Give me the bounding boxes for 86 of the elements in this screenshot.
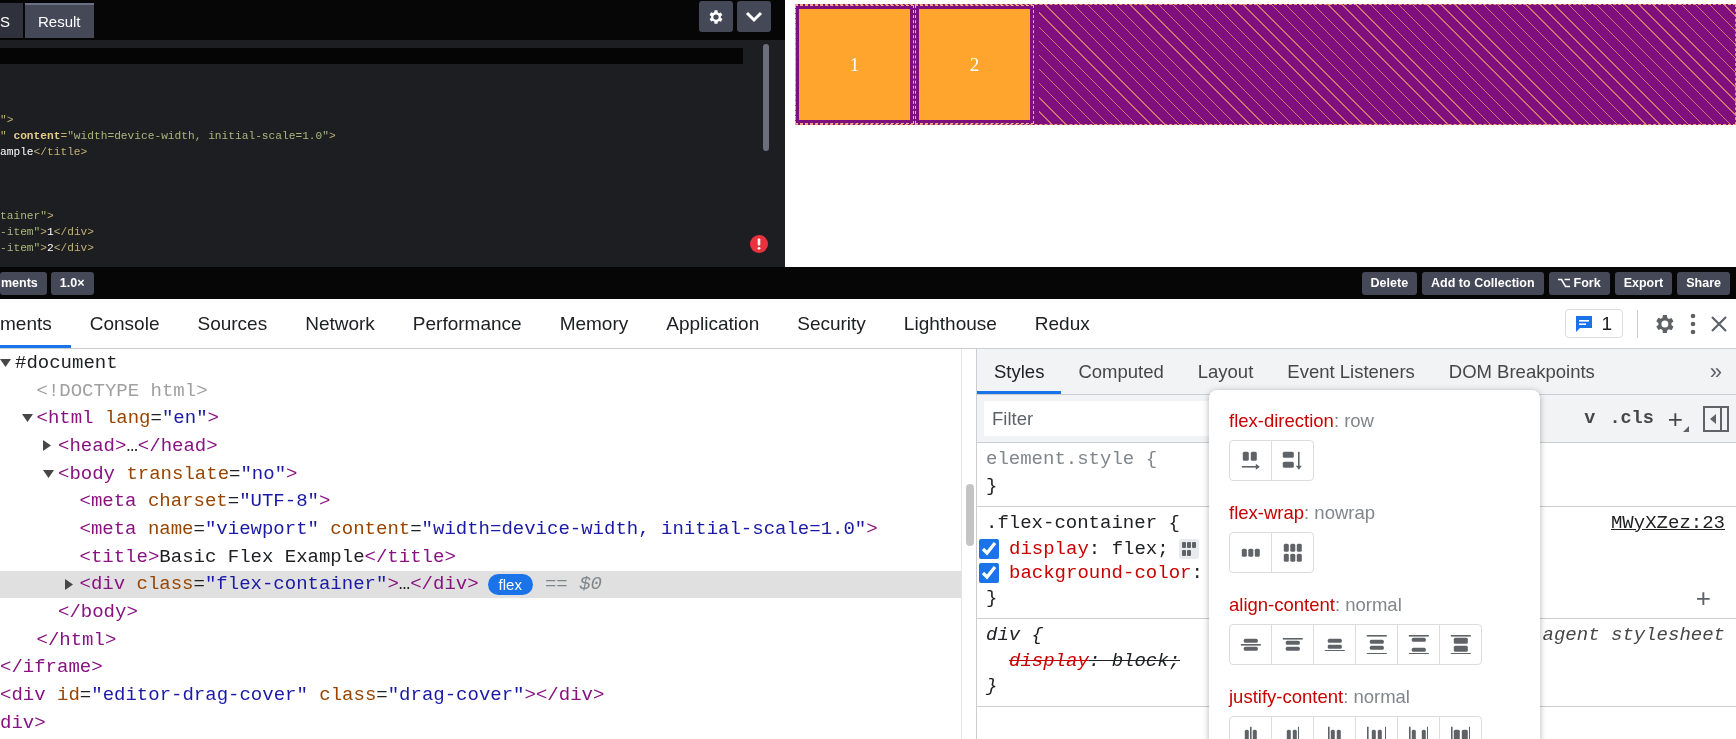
css-property: flex-direction: [1229, 410, 1334, 431]
css-property: display: [1009, 537, 1089, 560]
toolbar-button[interactable]: ments: [0, 271, 47, 295]
sidebar-tab[interactable]: Computed: [1061, 349, 1181, 394]
stylesheet-label: agent stylesheet: [1542, 623, 1725, 646]
closing-brace: }: [986, 587, 998, 610]
html-code: <div id="editor-drag-cover" class="drag-cover"></div>: [0, 684, 605, 707]
html-code: <body translate="no">: [58, 462, 298, 485]
closing-brace: }: [986, 475, 998, 498]
dom-tree-row[interactable]: <body translate="no">: [0, 459, 961, 488]
html-code: <meta name="viewport" content="width=device-width, initial-scale=1.0">: [79, 517, 878, 540]
new-rule-button[interactable]: +: [1667, 405, 1683, 432]
css-selector: element.style {: [986, 447, 1158, 470]
sidebar-tab[interactable]: DOM Breakpoints: [1431, 349, 1612, 394]
html-code: <head>…</head>: [58, 434, 218, 457]
sidebar-tab[interactable]: Layout: [1180, 349, 1271, 394]
devtools-tab[interactable]: Application: [647, 299, 779, 348]
devtools-tab[interactable]: ments: [0, 299, 71, 348]
css-value: :: [1191, 561, 1203, 584]
sidebar-tab[interactable]: Styles: [977, 349, 1062, 394]
dom-tree-row[interactable]: <div class="flex-container">…</div> flex == $0: [0, 570, 961, 599]
toolbar-button[interactable]: 1.0×: [50, 271, 94, 295]
html-code: </iframe>: [0, 656, 103, 679]
css-value: : flex;: [1088, 537, 1169, 560]
console-reference: == $0: [544, 573, 602, 596]
css-selector: div {: [986, 623, 1043, 646]
html-code: <title>Basic Flex Example</title>: [79, 545, 456, 568]
source-link[interactable]: MWyXZez:23: [1610, 511, 1725, 534]
css-property: flex-wrap: [1229, 502, 1305, 523]
devtools-tab[interactable]: Security: [778, 299, 885, 348]
state-toggle-button[interactable]: v: [1584, 408, 1596, 429]
dom-tree-row[interactable]: <meta charset="UTF-8">: [0, 487, 961, 516]
css-value: : nowrap: [1304, 502, 1376, 523]
dom-tree-row[interactable]: </body>: [0, 598, 961, 626]
more-tabs-button[interactable]: »: [1709, 349, 1722, 394]
css-property: display: [1009, 649, 1089, 672]
dom-tree-row[interactable]: div>: [0, 708, 961, 737]
devtools-tab[interactable]: Performance: [393, 299, 541, 348]
html-code: </html>: [36, 628, 117, 651]
dom-tree-row[interactable]: <head>…</head>: [0, 432, 961, 460]
devtools-tab[interactable]: Memory: [540, 299, 648, 348]
dom-tree-row[interactable]: #document: [0, 349, 961, 377]
closing-brace: }: [986, 675, 998, 698]
html-code: #document: [15, 351, 118, 374]
flex-badge[interactable]: flex: [487, 573, 533, 595]
code-line: ample</title>: [0, 145, 89, 160]
css-property: background-color: [1009, 561, 1192, 584]
dom-tree-row[interactable]: <html lang="en">: [0, 404, 961, 433]
editor-tab[interactable]: S: [0, 3, 23, 38]
dom-tree-row[interactable]: </html>: [0, 625, 961, 654]
dom-tree-row[interactable]: <meta name="viewport" content="width=device-width, initial-scale=1.0">: [0, 515, 961, 543]
dom-tree-row[interactable]: <title>Basic Flex Example</title>: [0, 542, 961, 571]
css-value: : normal: [1334, 594, 1402, 615]
css-value: : block;: [1088, 649, 1181, 672]
code-line: tainer">: [0, 209, 55, 224]
sidebar-tab[interactable]: Event Listeners: [1270, 349, 1432, 394]
html-code: <html lang="en">: [36, 407, 219, 430]
devtools-tab[interactable]: Network: [286, 299, 394, 348]
toolbar-button[interactable]: Export: [1614, 271, 1673, 295]
add-property-button[interactable]: +: [1695, 585, 1711, 612]
css-selector: .flex-container {: [986, 511, 1180, 534]
toolbar-button[interactable]: Fork: [1548, 271, 1610, 295]
toolbar-button[interactable]: Share: [1677, 271, 1730, 295]
editor-tab[interactable]: Result: [25, 3, 94, 38]
class-toggle-button[interactable]: .cls: [1609, 408, 1654, 429]
devtools-tab[interactable]: Sources: [178, 299, 287, 348]
html-code: </body>: [58, 601, 138, 624]
css-property: align-content: [1229, 594, 1335, 615]
code-line: " content="width=device-width, initial-scale=1.0">: [0, 129, 337, 144]
html-code: <div class="flex-container">…</div>: [79, 573, 479, 596]
html-code: <!DOCTYPE html>: [36, 379, 208, 402]
html-code: div>: [0, 711, 46, 734]
devtools-tab[interactable]: Redux: [1015, 299, 1109, 348]
html-code: <meta charset="UTF-8">: [79, 490, 331, 513]
css-value: : normal: [1343, 686, 1410, 707]
code-line: ">: [0, 113, 15, 128]
css-property: justify-content: [1229, 686, 1344, 707]
devtools-tab[interactable]: Lighthouse: [884, 299, 1016, 348]
devtools-tab[interactable]: Console: [70, 299, 179, 348]
dom-tree-row[interactable]: <div id="editor-drag-cover" class="drag-cover"></div>: [0, 681, 961, 709]
dom-tree-row[interactable]: </iframe>: [0, 653, 961, 682]
toolbar-button[interactable]: Delete: [1361, 271, 1418, 295]
code-line: -item">1</div>: [0, 225, 96, 240]
toolbar-button[interactable]: Add to Collection: [1422, 271, 1544, 295]
issues-button[interactable]: 1: [1565, 309, 1623, 338]
code-line: -item">2</div>: [0, 241, 96, 256]
